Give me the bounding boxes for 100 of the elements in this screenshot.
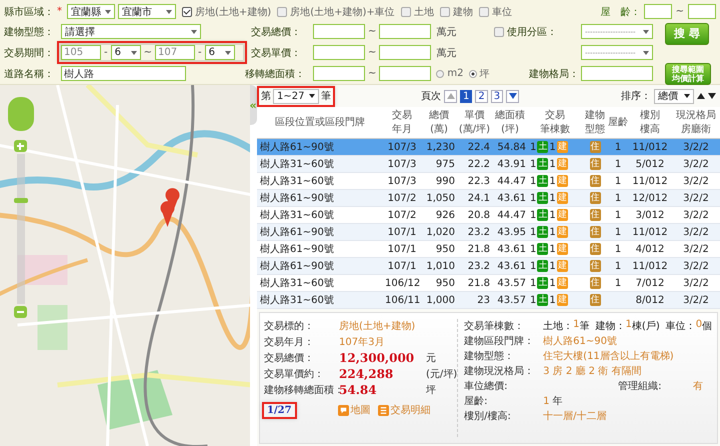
land-badge: 土 [537,192,548,204]
page-button[interactable]: 1 [460,90,472,102]
table-cell-text: 21.8 [466,244,491,254]
building-badge: 建 [556,209,568,221]
next-page-icon[interactable] [506,90,520,102]
unit-radio[interactable]: 坪 [468,66,490,80]
transaction-row[interactable]: 樹人路61~90號 107/1 1,020 23.2 43.95 1 土 1 建 住 1 11/012 3/2/2 [257,224,720,241]
table-cell: 1 [614,210,622,220]
year-field[interactable]: 107 [155,45,195,60]
type-checkbox[interactable]: 房地(土地+建物) [182,4,272,18]
previous-page-icon[interactable] [444,90,457,102]
table-cell: 1 [549,176,556,186]
table-cell: 1 [530,226,536,238]
table-cell-text: 11/012 [631,176,669,186]
column-header: 樓別 樓高 [639,108,661,136]
type-checkbox[interactable]: 土地 [400,4,434,18]
input-field[interactable] [313,24,365,39]
field-label: 交易總價： [250,26,302,38]
caret-icon [643,30,649,34]
month-select[interactable]: 6 [110,45,141,60]
land-badge: 土 [537,260,548,272]
table-cell-text: 1,050 [425,192,456,204]
type-badge: 住 [590,175,600,187]
sort-descending-icon[interactable] [708,93,716,99]
table-cell-text: 106/12 [384,278,421,288]
type-badge: 住 [590,226,600,238]
table-cell-text: 23.2 [466,226,491,238]
month-select[interactable]: 6 [204,45,235,60]
table-cell-text: 21.8 [466,278,491,288]
zoom-out-icon[interactable] [14,306,27,318]
transaction-row[interactable]: 樹人路61~90號 107/3 1,230 22.4 54.84 1 土 1 建 住 1 11/012 3/2/2 [257,139,720,156]
table-cell-text: 樹人路61~90號 [259,192,335,205]
table-cell-text: 22.2 [466,158,491,170]
table-cell-text: 975 [434,158,456,170]
land-badge: 土 [537,158,548,170]
table-cell-text: 3/012 [634,210,666,220]
detail-value: 房地(土地+建物) [339,320,416,333]
table-cell-text: 3/2/2 [682,226,710,238]
building-type-select[interactable]: 請選擇 [61,24,201,39]
type-checkbox[interactable]: 車位 [478,4,512,18]
table-cell-text: 107/3 [386,158,418,170]
input-field[interactable] [379,24,432,39]
pager-label: 頁次 [421,90,441,103]
year-field[interactable]: 105 [61,45,101,60]
page-button[interactable]: 2 [475,90,488,102]
table-cell: 1 [549,260,556,272]
road-name-field[interactable]: 樹人路 [61,66,186,81]
detail-label: 交易單價約： [264,368,325,381]
unit-radio[interactable]: m2 [436,68,464,79]
sort-label: 排序： [621,90,651,103]
building-badge: 建 [556,294,568,306]
detail-label: 車位總價: [464,380,509,393]
type-checkbox[interactable]: 房地(土地+建物)+車位 [277,4,395,18]
transaction-row[interactable]: 樹人路61~90號 107/1 950 21.8 43.61 1 土 1 建 住 1 4/012 3/2/2 [257,241,720,258]
transaction-row[interactable]: 樹人路31~60號 107/2 926 20.8 44.47 1 土 1 建 住 1 3/012 3/2/2 [257,207,720,224]
transaction-row[interactable]: 樹人路61~90號 107/1 1,010 23.2 43.61 1 土 1 建 住 1 11/012 3/2/2 [257,258,720,275]
input-field[interactable] [379,45,432,60]
land-badge: 土 [537,277,548,289]
input-field[interactable] [313,45,365,60]
count-value: 0 [696,319,702,330]
detail-value: 有 [693,380,704,393]
input-field[interactable] [379,66,432,81]
caret-icon [224,50,231,54]
detail-value: 224,288 [339,367,394,381]
caret-icon [643,50,649,54]
detail-label: 交易筆棟數： [464,320,526,333]
sort-select[interactable]: 總價 [654,88,694,104]
building-badge: 建 [556,192,568,204]
type-checkbox[interactable]: 建物 [440,4,473,18]
input-field[interactable] [644,4,672,19]
speech-bubble-icon [338,404,349,416]
zoom-in-icon[interactable] [14,140,27,152]
transaction-row[interactable]: 樹人路31~60號 107/3 975 22.2 43.91 1 土 1 建 住 1 5/012 3/2/2 [257,156,720,173]
building-badge: 建 [556,260,568,272]
detail-value: 住宅大樓(11層含以上有電梯) [543,350,674,363]
transaction-row[interactable]: 樹人路31~60號 107/3 990 22.3 44.47 1 土 1 建 住 1 11/012 3/2/2 [257,173,720,190]
input-field[interactable] [313,66,365,81]
table-cell-text: 926 [434,210,456,220]
input-field[interactable] [688,4,716,19]
table-cell-text: 3/2/2 [682,142,710,152]
unit-label: 年 [552,395,563,408]
table-cell-text: 11/012 [631,142,669,152]
zoning-checkbox[interactable]: 使用分區： [494,24,579,38]
building-badge: 建 [556,226,568,238]
range-select[interactable]: 1~27 [273,88,319,104]
column-header: 總價 (萬) [428,108,450,136]
layout-field[interactable] [581,66,653,81]
transaction-row[interactable]: 樹人路61~90號 107/2 1,050 24.1 43.61 1 土 1 建 住 1 12/012 3/2/2 [257,190,720,207]
city-select[interactable]: 宜蘭市 [118,4,176,19]
table-cell: 1 [530,294,536,306]
column-header: 交易 年月 [391,108,413,136]
transaction-row[interactable]: 樹人路31~60號 106/11 1,000 23 43.57 1 土 1 建 住 8/012 3/2/2 [257,292,720,309]
table-cell-text: 43.91 [496,158,527,170]
table-cell-text: 24.1 [466,192,491,204]
sort-ascending-icon[interactable] [697,93,705,99]
zoom-slider-thumb[interactable] [14,198,28,202]
transaction-row[interactable]: 樹人路31~60號 106/12 950 21.8 43.57 1 土 1 建 住 1 7/012 3/2/2 [257,275,720,292]
county-select[interactable]: 宜蘭縣 [67,4,115,19]
table-cell-text: 1,010 [425,260,456,272]
page-button[interactable]: 3 [490,90,504,102]
